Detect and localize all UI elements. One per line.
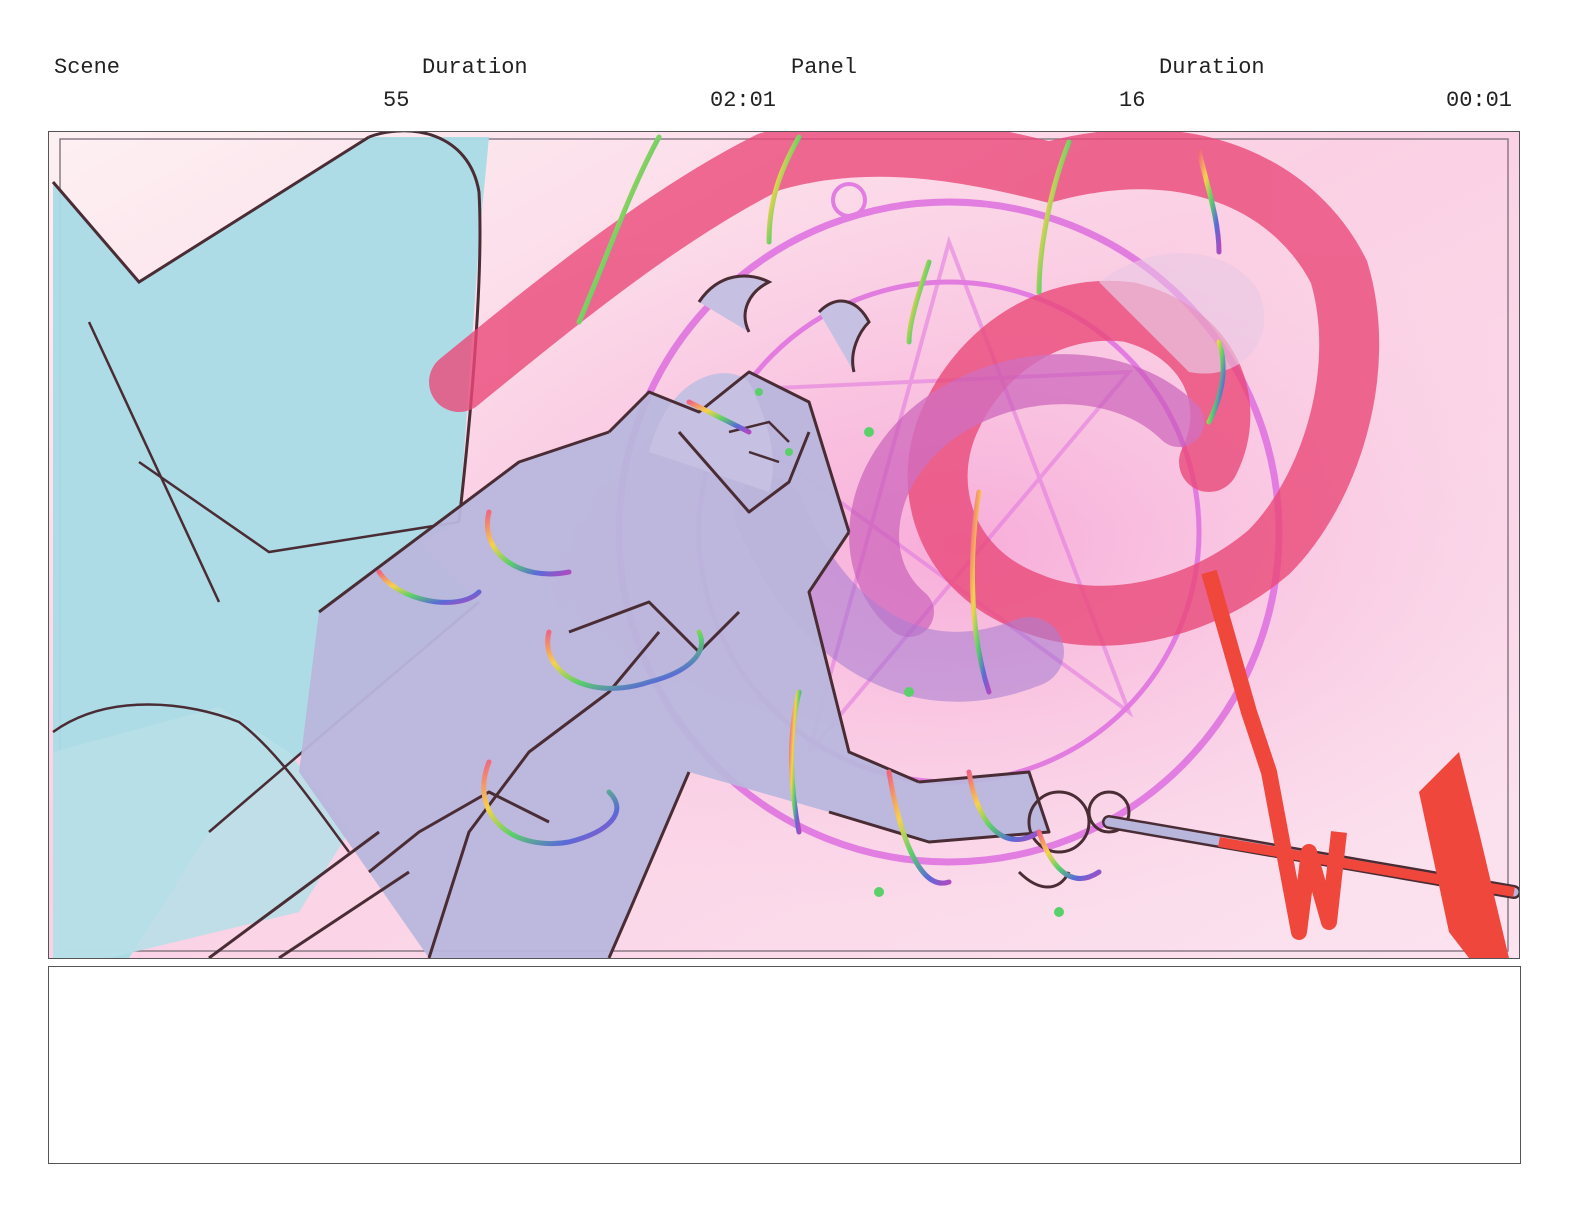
panel-notes-box[interactable] [48,966,1521,1164]
panel-duration-value: 00:01 [1446,88,1513,113]
scene-duration-label: Duration [422,55,528,80]
scene-number: 55 [383,88,410,113]
panel-number: 16 [1119,88,1146,113]
panel-illustration [49,132,1519,958]
scene-duration-value: 02:01 [710,88,777,113]
storyboard-panel-frame [48,131,1520,959]
panel-duration-label: Duration [1159,55,1265,80]
scene-label: Scene [54,55,121,80]
panel-label: Panel [791,55,858,80]
